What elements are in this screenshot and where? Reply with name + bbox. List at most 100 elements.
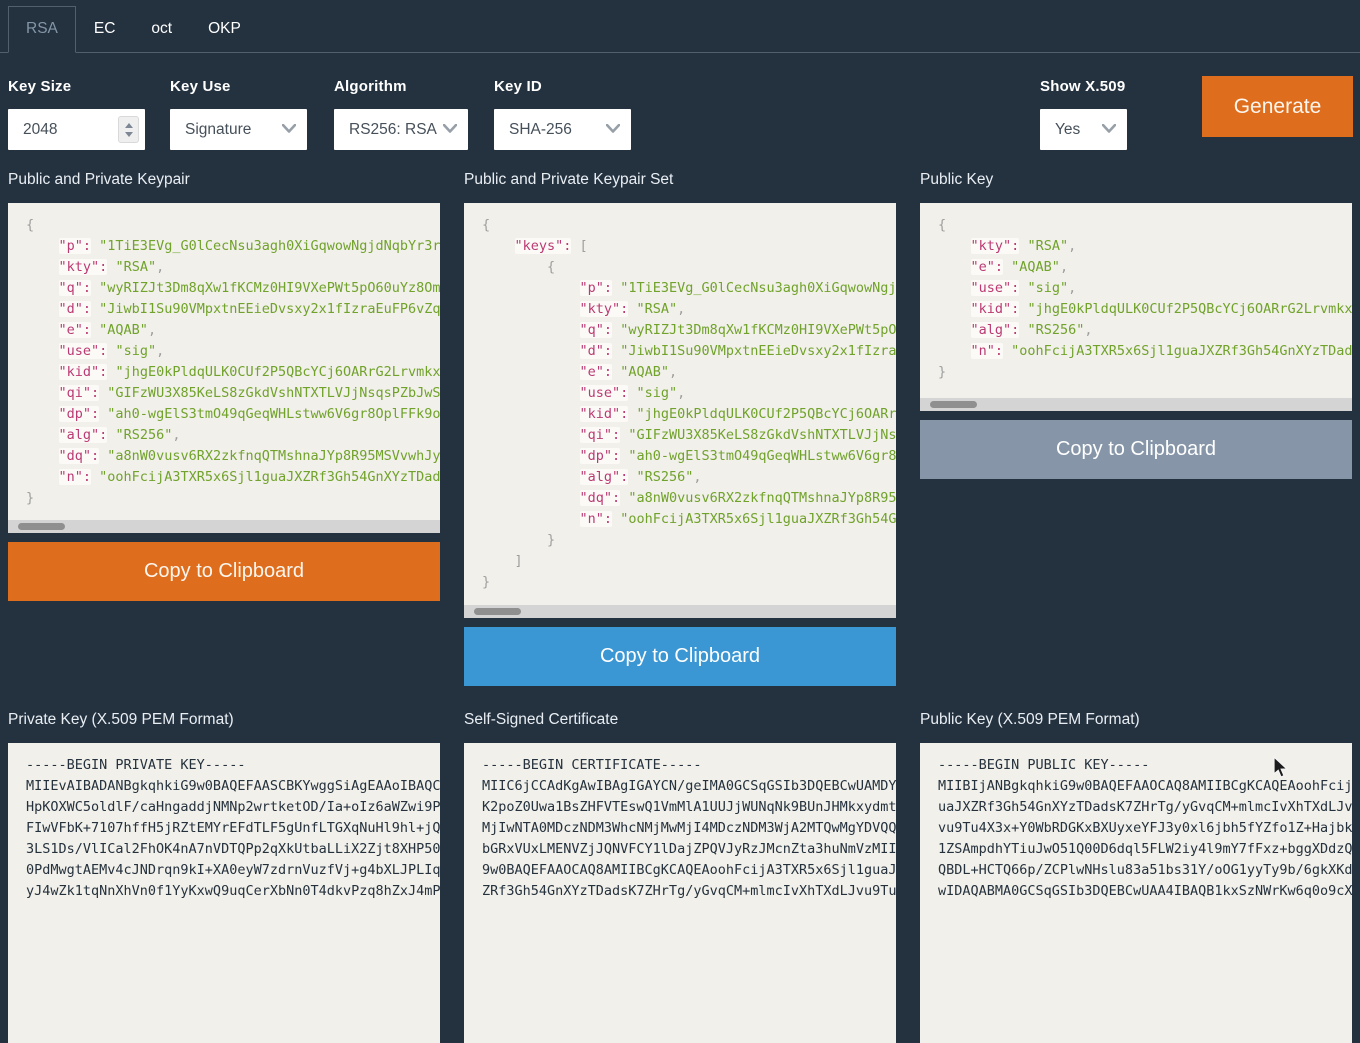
code-line: wIDAQABMA0GCSqGSIb3DQEBCwUAA4IBAQB1kxSzN… bbox=[938, 881, 1352, 902]
code-line: HpKOXWC5oldlF/caHngaddjNMNp2wrtketOD/Ia+… bbox=[26, 797, 440, 818]
code-line: "qi": "GIFzWU3X85KeLS8zGkdVshNTXTLVJjNsq… bbox=[26, 383, 440, 404]
panel-public-key: Public Key { "kty": "RSA", "e": "AQAB", … bbox=[920, 170, 1352, 479]
code-line: "kty": "RSA", bbox=[938, 236, 1352, 257]
panel-keypair-title: Public and Private Keypair bbox=[8, 170, 440, 190]
code-line: "kty": "RSA", bbox=[26, 257, 440, 278]
code-line: "e": "AQAB", bbox=[26, 320, 440, 341]
code-line: "kid": "jhgE0kPldqULK0CUf2P5QBcYCj6OARrG… bbox=[938, 299, 1352, 320]
code-line: "dq": "a8nW0vusv6RX2zkfnqQTMshnaJYp8R95M… bbox=[482, 488, 896, 509]
tab-rsa[interactable]: RSA bbox=[8, 6, 76, 53]
code-line: uaJXZRf3Gh54GnXYzTDadsK7ZHrTg/yGvqCM+mlm… bbox=[938, 797, 1352, 818]
chevron-down-icon bbox=[606, 124, 620, 133]
code-line: } bbox=[938, 362, 1352, 383]
stepper-down-icon[interactable] bbox=[125, 132, 133, 137]
key-size-input[interactable]: 2048 bbox=[8, 109, 145, 150]
public-key-json-code[interactable]: { "kty": "RSA", "e": "AQAB", "use": "sig… bbox=[920, 203, 1352, 411]
key-size-value: 2048 bbox=[23, 121, 57, 139]
code-line: "e": "AQAB", bbox=[938, 257, 1352, 278]
code-line: 1ZSAmpdhYTiuJwO51Q00D6dql5FLW2iy4l9mY7fF… bbox=[938, 839, 1352, 860]
code-line: "use": "sig", bbox=[938, 278, 1352, 299]
key-size-stepper[interactable] bbox=[118, 116, 139, 143]
keypair-json-code[interactable]: { "p": "1TiE3EVg_G0lCecNsu3agh0XiGqwowNg… bbox=[8, 203, 440, 533]
scrollbar-thumb[interactable] bbox=[474, 608, 521, 615]
tab-okp[interactable]: OKP bbox=[190, 6, 259, 53]
code-line: "alg": "RS256", bbox=[482, 467, 896, 488]
scrollbar-thumb[interactable] bbox=[930, 401, 977, 408]
horizontal-scrollbar[interactable] bbox=[464, 605, 896, 618]
panel-public-key-title: Public Key bbox=[920, 170, 1352, 190]
key-id-select[interactable]: SHA-256 bbox=[494, 109, 631, 150]
chevron-down-icon bbox=[282, 124, 296, 133]
code-line: "alg": "RS256", bbox=[938, 320, 1352, 341]
code-line: "q": "wyRIZJt3Dm8qXw1fKCMz0HI9VXePWt5pO6… bbox=[26, 278, 440, 299]
generate-button[interactable]: Generate bbox=[1202, 76, 1353, 137]
horizontal-scrollbar[interactable] bbox=[8, 520, 440, 533]
code-line: "d": "JiwbI1Su90VMpxtnEEieDvsxy2x1fIzraE… bbox=[482, 341, 896, 362]
code-line: "d": "JiwbI1Su90VMpxtnEEieDvsxy2x1fIzraE… bbox=[26, 299, 440, 320]
public-pem-code[interactable]: -----BEGIN PUBLIC KEY-----MIIBIjANBgkqhk… bbox=[920, 743, 1352, 1043]
panel-private-pem: Private Key (X.509 PEM Format) -----BEGI… bbox=[8, 710, 440, 1043]
key-use-label: Key Use bbox=[170, 78, 307, 95]
code-line: yJ4wZk1tqNnXhVn0f1YyKxwQ9uqCerXbNn0T4dkv… bbox=[26, 881, 440, 902]
chevron-down-icon bbox=[1102, 124, 1116, 133]
panel-certificate: Self-Signed Certificate -----BEGIN CERTI… bbox=[464, 710, 896, 1043]
code-line: MjIwNTA0MDczNDM3WhcNMjMwMjI4MDczNDM3WjA2… bbox=[482, 818, 896, 839]
key-use-select[interactable]: Signature bbox=[170, 109, 307, 150]
code-line: "n": "oohFcijA3TXR5x6Sjl1guaJXZRf3Gh54Gn… bbox=[26, 467, 440, 488]
private-pem-code[interactable]: -----BEGIN PRIVATE KEY-----MIIEvAIBADANB… bbox=[8, 743, 440, 1043]
key-use-field: Key Use Signature bbox=[170, 78, 307, 150]
key-type-tabbar: RSA EC oct OKP bbox=[0, 0, 1360, 53]
mkjwk-key-generator-page: { "tabs": { "rsa": "RSA", "ec": "EC", "o… bbox=[0, 0, 1360, 881]
horizontal-scrollbar[interactable] bbox=[920, 398, 1352, 411]
code-line: QBDL+HCTQ66p/ZCPlwNHslu83a51bs31Y/oOG1yy… bbox=[938, 860, 1352, 881]
copy-keypair-button[interactable]: Copy to Clipboard bbox=[8, 542, 440, 601]
code-line: "p": "1TiE3EVg_G0lCecNsu3agh0XiGqwowNgjd… bbox=[482, 278, 896, 299]
stepper-up-icon[interactable] bbox=[125, 123, 133, 128]
scrollbar-thumb[interactable] bbox=[18, 523, 65, 530]
code-line: { bbox=[26, 215, 440, 236]
code-line: { bbox=[938, 215, 1352, 236]
panel-certificate-title: Self-Signed Certificate bbox=[464, 710, 896, 730]
keypair-set-json-code[interactable]: { "keys": [ { "p": "1TiE3EVg_G0lCecNsu3a… bbox=[464, 203, 896, 618]
code-line: "use": "sig", bbox=[482, 383, 896, 404]
chevron-down-icon bbox=[443, 124, 457, 133]
panel-public-pem-title: Public Key (X.509 PEM Format) bbox=[920, 710, 1352, 730]
key-use-value: Signature bbox=[185, 121, 281, 139]
key-id-value: SHA-256 bbox=[509, 121, 602, 139]
certificate-code[interactable]: -----BEGIN CERTIFICATE-----MIIC6jCCAdKgA… bbox=[464, 743, 896, 1043]
code-line: "p": "1TiE3EVg_G0lCecNsu3agh0XiGqwowNgjd… bbox=[26, 236, 440, 257]
code-line: "dp": "ah0-wgElS3tmO49qGeqWHLstww6V6gr8O… bbox=[26, 404, 440, 425]
code-line: FIwVFbK+7107hffH5jRZtEMYrEFdTLF5gUnfLTGX… bbox=[26, 818, 440, 839]
code-line: "dp": "ah0-wgElS3tmO49qGeqWHLstww6V6gr8O… bbox=[482, 446, 896, 467]
key-size-label: Key Size bbox=[8, 78, 145, 95]
code-line: MIIC6jCCAdKgAwIBAgIGAYCN/geIMA0GCSqGSIb3… bbox=[482, 776, 896, 797]
tab-ec[interactable]: EC bbox=[76, 6, 134, 53]
code-line: 0PdMwgtAEMv4cJNDrqn9kI+XA0eyW7zdrnVuzfVj… bbox=[26, 860, 440, 881]
code-line: "n": "oohFcijA3TXR5x6Sjl1guaJXZRf3Gh54Gn… bbox=[482, 509, 896, 530]
code-line: 9w0BAQEFAAOCAQ8AMIIBCgKCAQEAoohFcijA3TXR… bbox=[482, 860, 896, 881]
code-line: "use": "sig", bbox=[26, 341, 440, 362]
code-line: 3LS1Ds/VlICal2FhOK4nA7nVDTQPp2qXkUtbaLLi… bbox=[26, 839, 440, 860]
code-line: { bbox=[482, 215, 896, 236]
mouse-cursor bbox=[1272, 756, 1290, 780]
show-x509-field: Show X.509 Yes bbox=[1040, 78, 1127, 150]
panel-keypair-set: Public and Private Keypair Set { "keys":… bbox=[464, 170, 896, 686]
code-line: "keys": [ bbox=[482, 236, 896, 257]
algorithm-field: Algorithm RS256: RSA bbox=[334, 78, 468, 150]
algorithm-label: Algorithm bbox=[334, 78, 468, 95]
copy-public-key-button[interactable]: Copy to Clipboard bbox=[920, 420, 1352, 479]
code-line: "qi": "GIFzWU3X85KeLS8zGkdVshNTXTLVJjNsq… bbox=[482, 425, 896, 446]
code-line: "kid": "jhgE0kPldqULK0CUf2P5QBcYCj6OARrG… bbox=[482, 404, 896, 425]
panel-keypair-set-title: Public and Private Keypair Set bbox=[464, 170, 896, 190]
algorithm-select[interactable]: RS256: RSA bbox=[334, 109, 468, 150]
copy-keypair-set-button[interactable]: Copy to Clipboard bbox=[464, 627, 896, 686]
tab-oct[interactable]: oct bbox=[133, 6, 190, 53]
code-line: "e": "AQAB", bbox=[482, 362, 896, 383]
show-x509-select[interactable]: Yes bbox=[1040, 109, 1127, 150]
key-size-field: Key Size 2048 bbox=[8, 78, 145, 150]
code-line: bGRxVUxLMENVZjJQNVFCY1lDajZPQVJyRzJMcnZt… bbox=[482, 839, 896, 860]
code-line: ZRf3Gh54GnXYzTDadsK7ZHrTg/yGvqCM+mlmcIvX… bbox=[482, 881, 896, 902]
code-line: -----BEGIN PRIVATE KEY----- bbox=[26, 755, 440, 776]
show-x509-label: Show X.509 bbox=[1040, 78, 1127, 95]
panel-keypair: Public and Private Keypair { "p": "1TiE3… bbox=[8, 170, 440, 601]
